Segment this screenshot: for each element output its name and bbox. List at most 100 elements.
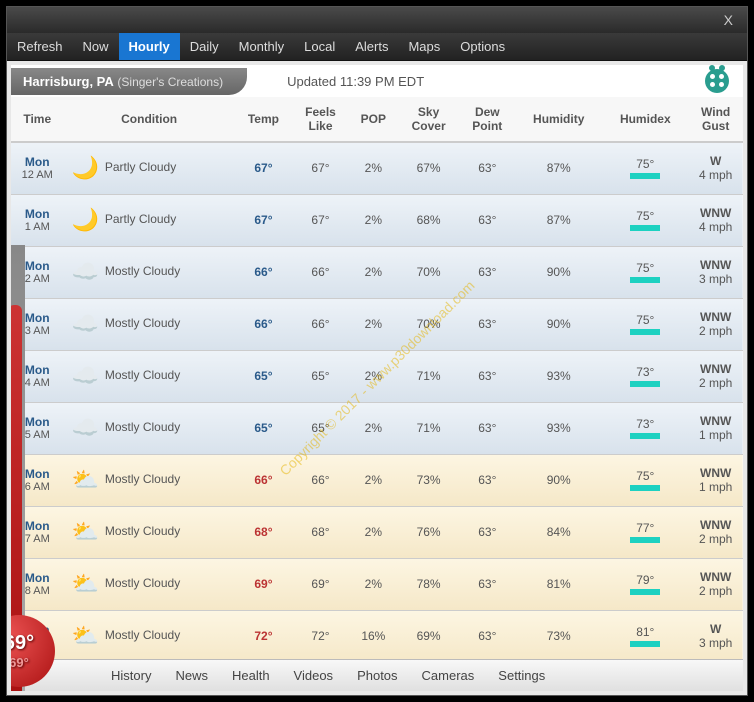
- menu-daily[interactable]: Daily: [180, 33, 229, 60]
- menu-hourly[interactable]: Hourly: [119, 33, 180, 60]
- col-dew-point[interactable]: DewPoint: [459, 97, 515, 142]
- humidity-cell: 90%: [515, 298, 602, 350]
- condition-cell: ⛅ Mostly Cloudy: [64, 454, 235, 506]
- condition-cell: ☁️ Mostly Cloudy: [64, 246, 235, 298]
- humidex-cell: 75°: [602, 246, 688, 298]
- condition-cell: 🌙 Partly Cloudy: [64, 142, 235, 194]
- sky-cell: 68%: [398, 194, 460, 246]
- condition-cell: ⛅ Mostly Cloudy: [64, 610, 235, 659]
- forecast-row[interactable]: Mon7 AM⛅ Mostly Cloudy68°68°2%76%63°84%7…: [11, 506, 743, 558]
- forecast-row[interactable]: Mon5 AM☁️ Mostly Cloudy65°65°2%71%63°93%…: [11, 402, 743, 454]
- menu-local[interactable]: Local: [294, 33, 345, 60]
- col-sky-cover[interactable]: SkyCover: [398, 97, 460, 142]
- humidex-cell: 79°: [602, 558, 688, 610]
- humidex-bar: [630, 537, 660, 543]
- footer-health[interactable]: Health: [232, 668, 270, 683]
- ladybug-icon[interactable]: [705, 69, 729, 93]
- menu-monthly[interactable]: Monthly: [229, 33, 295, 60]
- forecast-row[interactable]: Mon3 AM☁️ Mostly Cloudy66°66°2%70%63°90%…: [11, 298, 743, 350]
- sky-cell: 76%: [398, 506, 460, 558]
- sky-cell: 69%: [398, 610, 460, 659]
- gust-cell: WNW3 mph: [688, 246, 743, 298]
- location-tab[interactable]: Harrisburg, PA (Singer's Creations): [11, 68, 247, 95]
- forecast-row[interactable]: Mon4 AM☁️ Mostly Cloudy65°65°2%71%63°93%…: [11, 350, 743, 402]
- col-wind-gust[interactable]: WindGust: [688, 97, 743, 142]
- forecast-row[interactable]: Mon6 AM⛅ Mostly Cloudy66°66°2%73%63°90%7…: [11, 454, 743, 506]
- condition-cell: ☁️ Mostly Cloudy: [64, 350, 235, 402]
- weather-icon: ☁️: [70, 311, 102, 337]
- humidex-bar: [630, 381, 660, 387]
- menu-refresh[interactable]: Refresh: [7, 33, 73, 60]
- time-cell: Mon1 AM: [11, 194, 64, 246]
- humidex-cell: 75°: [602, 194, 688, 246]
- footer-settings[interactable]: Settings: [498, 668, 545, 683]
- temp-cell: 68°: [235, 506, 292, 558]
- weather-icon: ⛅: [70, 467, 102, 493]
- feels-cell: 67°: [292, 194, 349, 246]
- condition-cell: ⛅ Mostly Cloudy: [64, 558, 235, 610]
- humidex-cell: 75°: [602, 454, 688, 506]
- dew-cell: 63°: [459, 194, 515, 246]
- location-city: Harrisburg, PA: [23, 74, 114, 89]
- close-button[interactable]: X: [718, 10, 739, 30]
- col-time[interactable]: Time: [11, 97, 64, 142]
- sky-cell: 71%: [398, 402, 460, 454]
- col-pop[interactable]: POP: [349, 97, 398, 142]
- temp-cell: 69°: [235, 558, 292, 610]
- humidity-cell: 87%: [515, 194, 602, 246]
- pop-cell: 2%: [349, 350, 398, 402]
- menu-alerts[interactable]: Alerts: [345, 33, 398, 60]
- col-humidity[interactable]: Humidity: [515, 97, 602, 142]
- sky-cell: 70%: [398, 246, 460, 298]
- location-source: (Singer's Creations): [117, 75, 223, 89]
- humidex-bar: [630, 433, 660, 439]
- humidex-cell: 81°: [602, 610, 688, 659]
- temp-cell: 65°: [235, 402, 292, 454]
- feels-cell: 67°: [292, 142, 349, 194]
- footer-news[interactable]: News: [175, 668, 208, 683]
- pop-cell: 2%: [349, 194, 398, 246]
- sky-cell: 70%: [398, 298, 460, 350]
- menu-now[interactable]: Now: [73, 33, 119, 60]
- humidex-bar: [630, 225, 660, 231]
- pop-cell: 2%: [349, 402, 398, 454]
- forecast-row[interactable]: Mon12 AM🌙 Partly Cloudy67°67°2%67%63°87%…: [11, 142, 743, 194]
- footer-photos[interactable]: Photos: [357, 668, 397, 683]
- forecast-row[interactable]: Mon1 AM🌙 Partly Cloudy67°67°2%68%63°87%7…: [11, 194, 743, 246]
- forecast-row[interactable]: Mon9 AM⛅ Mostly Cloudy72°72°16%69%63°73%…: [11, 610, 743, 659]
- col-humidex[interactable]: Humidex: [602, 97, 688, 142]
- sky-cell: 71%: [398, 350, 460, 402]
- humidity-cell: 87%: [515, 142, 602, 194]
- condition-cell: ☁️ Mostly Cloudy: [64, 402, 235, 454]
- sky-cell: 73%: [398, 454, 460, 506]
- temp-cell: 65°: [235, 350, 292, 402]
- humidex-cell: 75°: [602, 298, 688, 350]
- weather-icon: ⛅: [70, 623, 102, 649]
- temp-cell: 66°: [235, 246, 292, 298]
- col-condition[interactable]: Condition: [64, 97, 235, 142]
- pop-cell: 2%: [349, 142, 398, 194]
- menu-maps[interactable]: Maps: [398, 33, 450, 60]
- gust-cell: WNW2 mph: [688, 558, 743, 610]
- menu-options[interactable]: Options: [450, 33, 515, 60]
- forecast-row[interactable]: Mon2 AM☁️ Mostly Cloudy66°66°2%70%63°90%…: [11, 246, 743, 298]
- app-window: X RefreshNowHourlyDailyMonthlyLocalAlert…: [6, 6, 748, 696]
- weather-icon: 🌙: [70, 155, 102, 181]
- gust-cell: WNW2 mph: [688, 298, 743, 350]
- footer-history[interactable]: History: [111, 668, 151, 683]
- col-temp[interactable]: Temp: [235, 97, 292, 142]
- humidity-cell: 90%: [515, 454, 602, 506]
- condition-cell: 🌙 Partly Cloudy: [64, 194, 235, 246]
- feels-cell: 72°: [292, 610, 349, 659]
- forecast-row[interactable]: Mon8 AM⛅ Mostly Cloudy69°69°2%78%63°81%7…: [11, 558, 743, 610]
- pop-cell: 16%: [349, 610, 398, 659]
- condition-cell: ⛅ Mostly Cloudy: [64, 506, 235, 558]
- temp-cell: 66°: [235, 454, 292, 506]
- col-feels-like[interactable]: FeelsLike: [292, 97, 349, 142]
- dew-cell: 63°: [459, 350, 515, 402]
- dew-cell: 63°: [459, 298, 515, 350]
- footer-cameras[interactable]: Cameras: [422, 668, 475, 683]
- footer-videos[interactable]: Videos: [294, 668, 334, 683]
- pop-cell: 2%: [349, 454, 398, 506]
- gust-cell: WNW4 mph: [688, 194, 743, 246]
